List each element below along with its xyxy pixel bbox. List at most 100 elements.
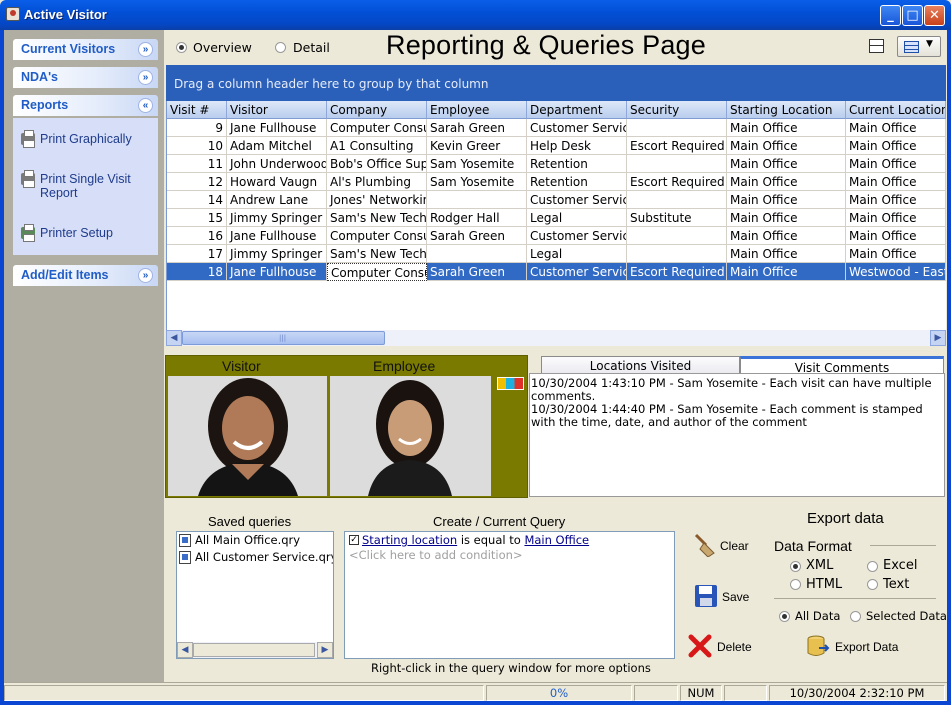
text-label[interactable]: Text — [883, 577, 909, 592]
chevron-down-icon[interactable]: » — [138, 268, 153, 283]
all-data-radio[interactable] — [779, 611, 790, 622]
table-cell[interactable]: Customer Servic — [527, 263, 627, 281]
table-cell[interactable]: Jimmy Springer — [227, 245, 327, 263]
list-item[interactable]: All Main Office.qry — [179, 533, 331, 547]
tab-locations-visited[interactable]: Locations Visited — [541, 356, 740, 374]
table-cell[interactable]: 18 — [167, 263, 227, 281]
delete-button[interactable]: Delete — [688, 632, 758, 662]
table-cell[interactable]: Sam's New Tech — [327, 245, 427, 263]
table-cell[interactable]: Sarah Green — [427, 227, 527, 245]
scroll-thumb[interactable]: ||| — [182, 331, 385, 345]
add-condition-placeholder[interactable]: <Click here to add condition> — [349, 548, 523, 562]
column-header[interactable]: Starting Location — [727, 101, 846, 119]
table-cell[interactable]: Computer Consu — [327, 227, 427, 245]
table-cell[interactable]: Help Desk — [527, 137, 627, 155]
table-cell[interactable]: Main Office — [727, 227, 846, 245]
table-cell[interactable]: Retention — [527, 155, 627, 173]
title-bar[interactable]: Active Visitor _ □ ✕ — [0, 0, 951, 30]
visits-grid[interactable]: Visit # Visitor Company Employee Department S… — [166, 101, 946, 333]
table-cell[interactable]: Customer Servic — [527, 227, 627, 245]
html-label[interactable]: HTML — [806, 577, 842, 592]
table-cell[interactable] — [627, 245, 727, 263]
save-button[interactable]: Save — [688, 582, 754, 612]
table-cell[interactable]: Main Office — [846, 155, 946, 173]
saved-queries-scrollbar[interactable]: ◀ ▶ — [177, 642, 333, 658]
table-cell[interactable]: Main Office — [727, 209, 846, 227]
table-cell[interactable]: A1 Consulting — [327, 137, 427, 155]
table-cell[interactable]: Jane Fullhouse — [227, 227, 327, 245]
column-header[interactable]: Employee — [427, 101, 527, 119]
column-header[interactable]: Company — [327, 101, 427, 119]
table-cell[interactable]: Sam's New Tech — [327, 209, 427, 227]
table-cell[interactable]: Main Office — [846, 173, 946, 191]
column-header[interactable]: Department — [527, 101, 627, 119]
sidebar-section-current-visitors[interactable]: Current Visitors » — [13, 39, 158, 60]
excel-label[interactable]: Excel — [883, 558, 917, 573]
minimize-button[interactable]: _ — [880, 5, 901, 26]
table-cell[interactable]: Retention — [527, 173, 627, 191]
detail-label[interactable]: Detail — [293, 40, 330, 55]
column-chooser-dropdown[interactable]: ▼ — [897, 36, 941, 57]
table-cell[interactable]: 12 — [167, 173, 227, 191]
table-cell[interactable]: Jane Fullhouse — [227, 263, 327, 281]
column-header[interactable]: Security — [627, 101, 727, 119]
horizontal-scrollbar[interactable]: ◀ ||| ▶ — [166, 330, 946, 346]
table-cell[interactable]: 15 — [167, 209, 227, 227]
tab-visit-comments[interactable]: Visit Comments — [740, 356, 944, 375]
table-cell[interactable]: Main Office — [727, 191, 846, 209]
scroll-thumb[interactable] — [193, 643, 315, 657]
saved-queries-list[interactable]: All Main Office.qry All Customer Service… — [176, 531, 334, 659]
table-cell[interactable]: Computer Consu — [327, 119, 427, 137]
html-radio[interactable] — [790, 579, 801, 590]
table-cell[interactable]: Andrew Lane — [227, 191, 327, 209]
table-cell[interactable]: 11 — [167, 155, 227, 173]
table-cell[interactable]: Sam Yosemite — [427, 173, 527, 191]
table-cell[interactable]: Legal — [527, 245, 627, 263]
table-cell[interactable]: Rodger Hall — [427, 209, 527, 227]
table-cell[interactable]: Main Office — [727, 263, 846, 281]
table-cell[interactable]: 9 — [167, 119, 227, 137]
table-cell[interactable] — [427, 191, 527, 209]
table-cell[interactable]: Sam Yosemite — [427, 155, 527, 173]
table-cell[interactable]: Main Office — [846, 191, 946, 209]
table-cell[interactable]: Escort Required — [627, 137, 727, 155]
table-cell[interactable]: Al's Plumbing — [327, 173, 427, 191]
query-editor[interactable]: ✓ Starting location is equal to Main Off… — [344, 531, 675, 659]
table-cell[interactable]: 14 — [167, 191, 227, 209]
table-cell[interactable] — [627, 191, 727, 209]
condition-checkbox[interactable]: ✓ — [349, 535, 359, 545]
table-cell[interactable]: Customer Servic — [527, 119, 627, 137]
table-cell[interactable]: Sarah Green — [427, 119, 527, 137]
sidebar-section-reports[interactable]: Reports « — [13, 95, 158, 116]
overview-label[interactable]: Overview — [193, 40, 252, 55]
table-cell[interactable]: Kevin Greer — [427, 137, 527, 155]
print-graphically-item[interactable]: Print Graphically — [21, 130, 132, 148]
sidebar-section-add-edit-items[interactable]: Add/Edit Items » — [13, 265, 158, 286]
table-cell[interactable]: Main Office — [727, 137, 846, 155]
chevron-down-icon[interactable]: » — [138, 70, 153, 85]
table-cell[interactable]: Main Office — [846, 209, 946, 227]
query-operator[interactable]: is equal to — [461, 533, 521, 547]
table-cell[interactable]: Main Office — [727, 119, 846, 137]
table-cell[interactable]: Bob's Office Sup — [327, 155, 427, 173]
table-cell[interactable]: Main Office — [846, 119, 946, 137]
print-single-visit-report-item[interactable]: Print Single Visit Report — [21, 170, 151, 200]
employee-photo[interactable] — [330, 376, 491, 496]
xml-label[interactable]: XML — [806, 558, 833, 573]
table-cell[interactable]: Main Office — [727, 155, 846, 173]
split-view-icon[interactable] — [869, 39, 884, 53]
clear-button[interactable]: Clear — [688, 531, 754, 561]
table-cell[interactable]: Main Office — [727, 173, 846, 191]
table-cell[interactable]: Legal — [527, 209, 627, 227]
scroll-right-icon[interactable]: ▶ — [317, 642, 333, 658]
color-tag-icon[interactable] — [497, 377, 524, 390]
selected-data-label[interactable]: Selected Data — [866, 609, 947, 623]
table-cell[interactable] — [427, 245, 527, 263]
list-item[interactable]: All Customer Service.qry — [179, 550, 333, 564]
excel-radio[interactable] — [867, 561, 878, 572]
table-cell[interactable]: Main Office — [846, 227, 946, 245]
table-cell[interactable] — [627, 155, 727, 173]
table-cell[interactable]: John Underwood — [227, 155, 327, 173]
table-cell[interactable]: Howard Vaugn — [227, 173, 327, 191]
column-header[interactable]: Visitor — [227, 101, 327, 119]
